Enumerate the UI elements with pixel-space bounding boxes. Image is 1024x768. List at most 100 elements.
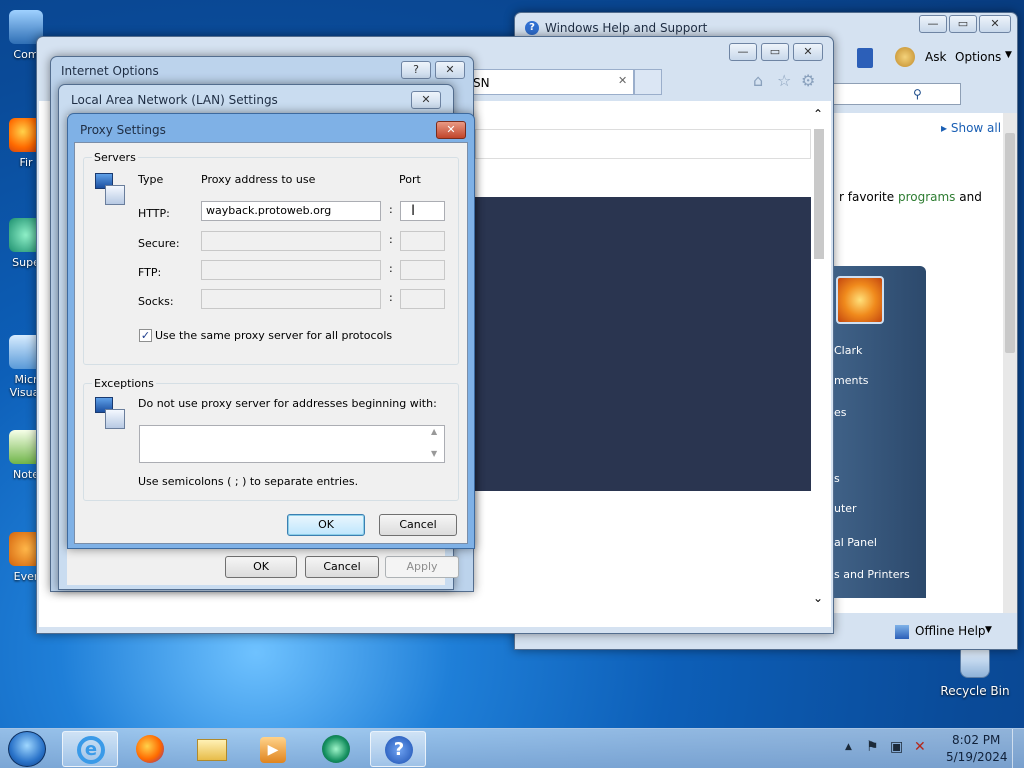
help-button[interactable]: ? <box>401 61 431 79</box>
start-button[interactable] <box>8 731 46 767</box>
help-icon: ? <box>525 21 539 35</box>
close-button[interactable]: ✕ <box>435 61 465 79</box>
taskbar-app[interactable] <box>308 731 364 767</box>
close-button[interactable]: ✕ <box>436 121 466 139</box>
lan-ok-button[interactable]: OK <box>225 556 297 578</box>
window-title: Internet Options <box>61 64 159 78</box>
close-tab-icon[interactable]: ✕ <box>618 74 627 87</box>
scroll-down-icon[interactable]: ▼ <box>431 449 437 458</box>
proxy-cancel-button[interactable]: Cancel <box>379 514 457 536</box>
socks-label: Socks: <box>138 295 174 308</box>
new-tab-button[interactable] <box>634 69 662 95</box>
ftp-address-input[interactable] <box>201 260 381 280</box>
browser-tab[interactable]: SN ✕ <box>462 69 634 95</box>
scroll-down-icon[interactable]: ⌄ <box>813 591 823 605</box>
scroll-up-icon[interactable]: ⌃ <box>813 107 823 121</box>
clock-time[interactable]: 8:02 PM <box>952 733 1000 747</box>
exceptions-textarea[interactable] <box>139 425 445 463</box>
maximize-button[interactable]: ▭ <box>761 43 789 61</box>
same-proxy-checkbox[interactable]: ✓ <box>139 329 152 342</box>
recycle-bin-icon <box>960 648 990 678</box>
chevron-down-icon: ▼ <box>985 625 992 635</box>
start-menu-item: al Panel <box>834 536 877 549</box>
window-title: Proxy Settings <box>80 123 166 137</box>
address-column-header: Proxy address to use <box>201 173 316 186</box>
close-button[interactable]: ✕ <box>411 91 441 109</box>
window-title: Windows Help and Support <box>545 21 708 35</box>
taskbar-help[interactable]: ? <box>370 731 426 767</box>
offline-help-bar[interactable]: Offline Help ▼ <box>895 623 1005 641</box>
same-proxy-label[interactable]: Use the same proxy server for all protoc… <box>155 329 392 342</box>
user-picture <box>836 276 884 324</box>
separator-colon: : <box>389 262 393 275</box>
network-proxy-icon <box>95 173 127 205</box>
lan-cancel-button[interactable]: Cancel <box>305 556 379 578</box>
action-center-flag-icon[interactable]: ⚑ <box>866 739 879 755</box>
ftp-port-input[interactable] <box>400 260 445 280</box>
maximize-button[interactable]: ▭ <box>949 15 977 33</box>
http-address-input[interactable]: wayback.protoweb.org <box>201 201 381 221</box>
type-column-header: Type <box>138 173 164 186</box>
taskbar-firefox[interactable] <box>122 731 178 767</box>
home-icon[interactable]: ⌂ <box>753 71 763 90</box>
vertical-scrollbar[interactable] <box>1003 113 1017 613</box>
taskbar-media-player[interactable]: ▶ <box>246 731 302 767</box>
vertical-scrollbar[interactable]: ⌃ ⌄ <box>811 107 827 607</box>
secure-port-input[interactable] <box>400 231 445 251</box>
media-player-icon: ▶ <box>260 737 286 763</box>
taskbar-explorer[interactable] <box>184 731 240 767</box>
desktop-icon-label: Fir <box>19 156 33 169</box>
socks-address-input[interactable] <box>201 289 381 309</box>
http-port-input[interactable] <box>400 201 445 221</box>
offline-help-label: Offline Help <box>915 624 986 638</box>
secure-address-input[interactable] <box>201 231 381 251</box>
show-hidden-icons[interactable]: ▲ <box>845 742 852 752</box>
close-button[interactable]: ✕ <box>793 43 823 61</box>
show-desktop-button[interactable] <box>1012 729 1024 768</box>
semicolon-hint: Use semicolons ( ; ) to separate entries… <box>138 475 359 488</box>
scroll-up-icon[interactable]: ▲ <box>431 427 437 436</box>
programs-link[interactable]: programs <box>898 190 955 204</box>
start-menu-item: s <box>834 472 840 485</box>
start-menu-item: es <box>834 406 847 419</box>
start-menu-item: uter <box>834 502 857 515</box>
proxy-body: Servers Type Proxy address to use Port H… <box>74 142 468 544</box>
secure-label: Secure: <box>138 237 180 250</box>
options-button[interactable]: Options <box>955 50 1001 64</box>
browse-help-icon[interactable] <box>857 48 873 68</box>
help-icon: ? <box>385 736 413 764</box>
clock-date[interactable]: 5/19/2024 <box>946 750 1008 764</box>
tools-gear-icon[interactable]: ⚙ <box>801 71 815 90</box>
minimize-button[interactable]: — <box>919 15 947 33</box>
network-icon[interactable]: ▣ <box>890 739 903 755</box>
start-menu-item: ments <box>834 374 869 387</box>
ask-button[interactable]: Ask <box>925 50 946 64</box>
favorites-icon[interactable]: ☆ <box>777 71 791 90</box>
http-label: HTTP: <box>138 207 170 220</box>
volume-muted-icon[interactable]: ✕ <box>914 739 926 755</box>
scroll-thumb[interactable] <box>1005 133 1015 353</box>
separator-colon: : <box>389 203 393 216</box>
ftp-label: FTP: <box>138 266 162 279</box>
options-dropdown-icon[interactable]: ▼ <box>1005 50 1012 60</box>
proxy-ok-button[interactable]: OK <box>287 514 365 536</box>
proxy-settings-dialog[interactable]: Proxy Settings ✕ Servers Type Proxy addr… <box>67 113 475 549</box>
body-text-part: r favorite <box>839 190 898 204</box>
lan-apply-button[interactable]: Apply <box>385 556 459 578</box>
internet-explorer-icon: e <box>77 736 105 764</box>
exceptions-legend: Exceptions <box>92 377 156 390</box>
port-column-header: Port <box>399 173 421 186</box>
scroll-thumb[interactable] <box>814 129 824 259</box>
taskbar-internet-explorer[interactable]: e <box>62 731 118 767</box>
show-all-link[interactable]: ▸ Show all <box>941 121 1001 135</box>
search-icon[interactable]: ⚲ <box>913 87 922 101</box>
body-text: r favorite programs and <box>839 190 982 204</box>
text-cursor-icon: I <box>411 203 416 219</box>
close-button[interactable]: ✕ <box>979 15 1011 33</box>
socks-port-input[interactable] <box>400 289 445 309</box>
desktop-icon-recycle-bin[interactable]: Recycle Bin <box>940 648 1010 698</box>
search-field[interactable] <box>831 83 961 105</box>
minimize-button[interactable]: — <box>729 43 757 61</box>
exceptions-icon <box>95 397 127 429</box>
desktop-icon-label: Ever <box>13 570 39 583</box>
